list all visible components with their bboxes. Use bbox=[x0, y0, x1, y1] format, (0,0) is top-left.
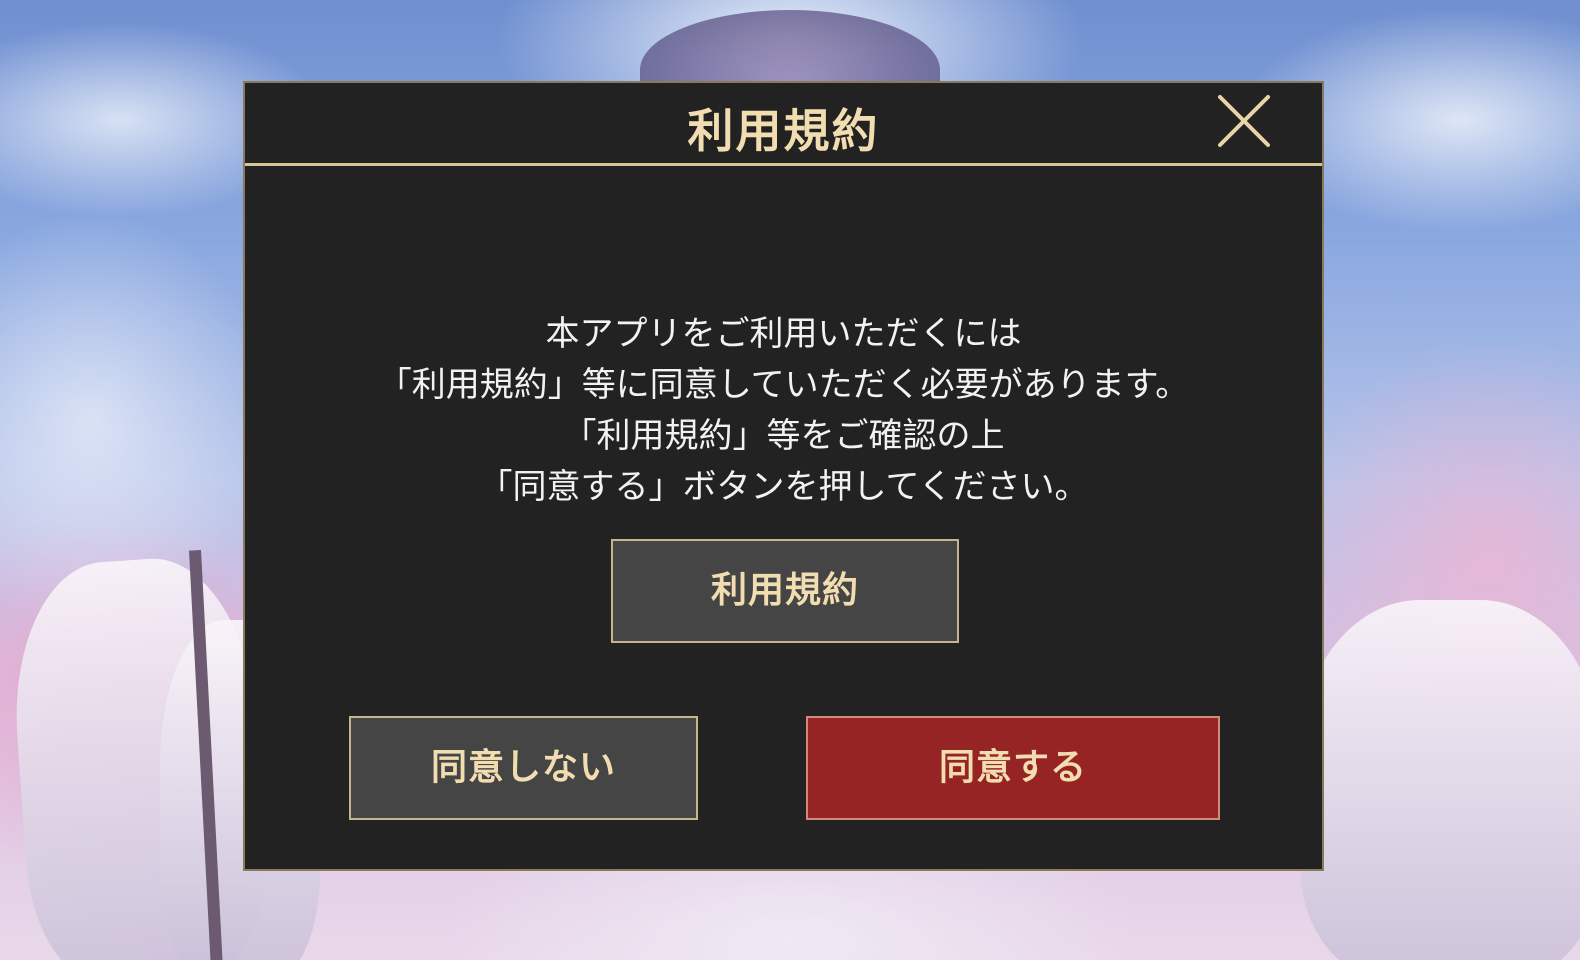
agree-button[interactable]: 同意する bbox=[806, 716, 1220, 820]
message-line: 「同意する」ボタンを押してください。 bbox=[478, 467, 1089, 507]
message-line: 「利用規約」等に同意していただく必要があります。 bbox=[377, 365, 1190, 405]
message-line: 「利用規約」等をご確認の上 bbox=[562, 416, 1005, 456]
background-snowy-tree bbox=[1300, 600, 1580, 960]
terms-dialog: 利用規約 本アプリをご利用いただくには 「利用規約」等に同意していただく必要があ… bbox=[243, 81, 1324, 871]
message-line: 本アプリをご利用いただくには bbox=[545, 314, 1022, 354]
game-background: 利用規約 本アプリをご利用いただくには 「利用規約」等に同意していただく必要があ… bbox=[0, 0, 1580, 960]
dialog-header: 利用規約 bbox=[245, 83, 1322, 166]
terms-of-service-button[interactable]: 利用規約 bbox=[611, 539, 959, 643]
decline-button[interactable]: 同意しない bbox=[349, 716, 698, 820]
close-icon bbox=[1218, 95, 1270, 147]
dialog-message: 本アプリをご利用いただくには 「利用規約」等に同意していただく必要があります。 … bbox=[245, 309, 1322, 513]
dialog-title: 利用規約 bbox=[687, 104, 880, 158]
close-button[interactable] bbox=[1216, 93, 1272, 149]
